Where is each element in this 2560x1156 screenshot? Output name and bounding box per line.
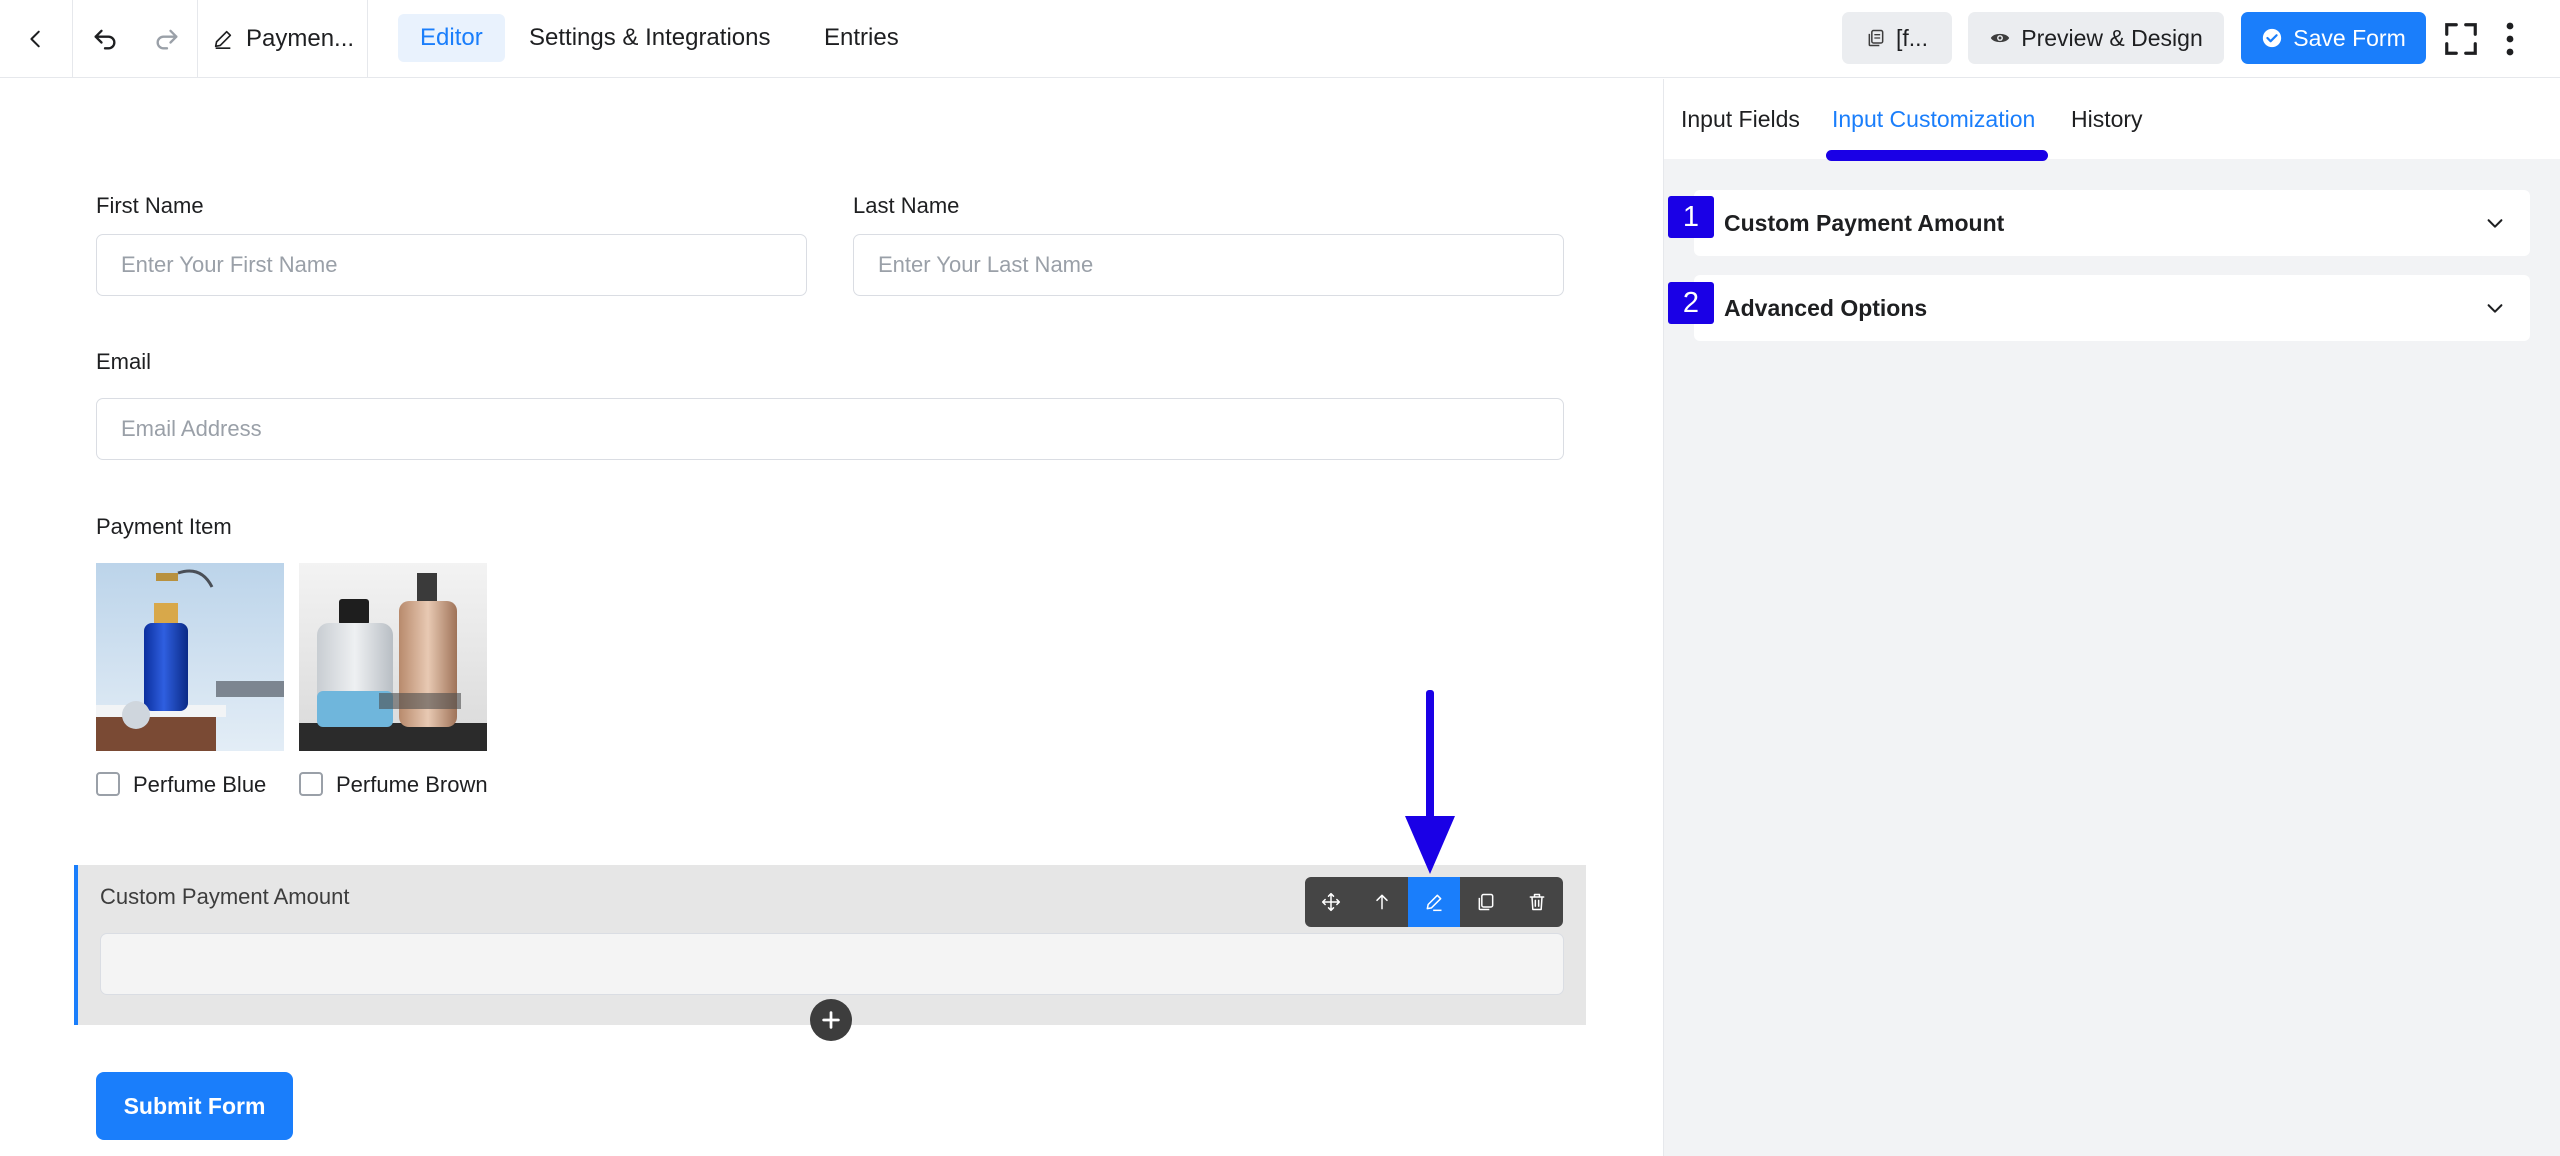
copy-icon (1868, 29, 1884, 47)
email-label: Email (96, 349, 152, 374)
last-name-input[interactable] (853, 234, 1564, 296)
first-name-input[interactable] (96, 234, 807, 296)
trash-icon (1529, 893, 1545, 911)
save-form-button[interactable]: Save Form (2241, 12, 2426, 64)
custom-payment-amount-input[interactable] (100, 933, 1564, 995)
duplicate-field-button[interactable] (1460, 877, 1512, 927)
tab-entries[interactable]: Entries (802, 14, 921, 62)
tab-history[interactable]: History (2071, 79, 2143, 159)
form-name-label: Paymen... (246, 25, 355, 52)
last-name-label: Last Name (853, 193, 960, 218)
tab-input-fields[interactable]: Input Fields (1681, 79, 1800, 159)
edit-field-button[interactable] (1408, 877, 1460, 927)
accordion-title: Advanced Options (1724, 294, 1928, 321)
tab-editor[interactable]: Editor (398, 14, 505, 62)
chevron-left-icon (30, 30, 40, 48)
more-options-button[interactable] (2492, 0, 2528, 78)
perfume-brown-image (299, 563, 487, 751)
divider (367, 0, 368, 78)
sidebar-tabs: Input Fields Input Customization History (1664, 79, 2560, 161)
preview-design-button[interactable]: Preview & Design (1968, 12, 2224, 64)
divider (197, 0, 198, 78)
plus-icon (822, 1011, 840, 1029)
undo-icon (94, 29, 116, 50)
back-button[interactable] (0, 0, 72, 78)
perfume-blue-checkbox[interactable] (96, 772, 120, 796)
custom-payment-amount-label: Custom Payment Amount (100, 884, 350, 909)
redo-button[interactable] (137, 0, 197, 78)
pencil-icon (1426, 894, 1442, 912)
save-form-label: Save Form (2293, 24, 2406, 51)
tab-settings-integrations[interactable]: Settings & Integrations (507, 14, 792, 62)
accordion-title: Custom Payment Amount (1724, 209, 2005, 236)
add-field-button[interactable] (810, 999, 852, 1041)
move-up-button[interactable] (1357, 877, 1409, 927)
shortcode-button[interactable]: [f... (1842, 12, 1952, 64)
annotation-arrow-icon (1405, 690, 1455, 874)
payment-item-label: Payment Item (96, 514, 232, 539)
chevron-down-icon (2487, 304, 2503, 313)
move-field-button[interactable] (1305, 877, 1357, 927)
step-badge: 2 (1668, 282, 1714, 324)
preview-design-label: Preview & Design (2021, 24, 2203, 51)
perfume-blue-image (96, 563, 284, 751)
step-badge: 1 (1668, 196, 1714, 238)
eye-icon (1991, 33, 2010, 43)
accordion-custom-payment-amount[interactable]: Custom Payment Amount (1694, 190, 2530, 256)
fullscreen-icon (2445, 23, 2477, 55)
submit-form-button[interactable]: Submit Form (96, 1072, 293, 1140)
accordion-advanced-options[interactable]: Advanced Options (1694, 275, 2530, 341)
vertical-dots-icon (2506, 22, 2514, 56)
redo-icon (156, 29, 178, 50)
perfume-brown-checkbox[interactable] (299, 772, 323, 796)
active-tab-underline (1826, 150, 2048, 161)
shortcode-label: [f... (1896, 24, 1928, 51)
chevron-down-icon (2487, 219, 2503, 228)
fullscreen-button[interactable] (2440, 0, 2482, 78)
top-bar: Paymen... Editor Settings & Integrations… (0, 0, 2560, 78)
perfume-brown-label: Perfume Brown (336, 772, 488, 797)
form-name[interactable]: Paymen... (212, 0, 354, 78)
check-circle-icon (2263, 28, 2282, 48)
move-icon (1321, 892, 1340, 912)
right-sidebar: Input Fields Input Customization History… (1663, 79, 2560, 1156)
first-name-label: First Name (96, 193, 204, 218)
copy-icon (1478, 893, 1493, 911)
pencil-icon (214, 30, 232, 49)
perfume-blue-label: Perfume Blue (133, 772, 267, 797)
arrow-up-icon (1376, 894, 1389, 910)
email-input[interactable] (96, 398, 1564, 460)
field-actions-toolbar (1305, 877, 1563, 927)
tab-input-customization[interactable]: Input Customization (1832, 79, 2035, 159)
undo-button[interactable] (73, 0, 137, 78)
delete-field-button[interactable] (1511, 877, 1563, 927)
